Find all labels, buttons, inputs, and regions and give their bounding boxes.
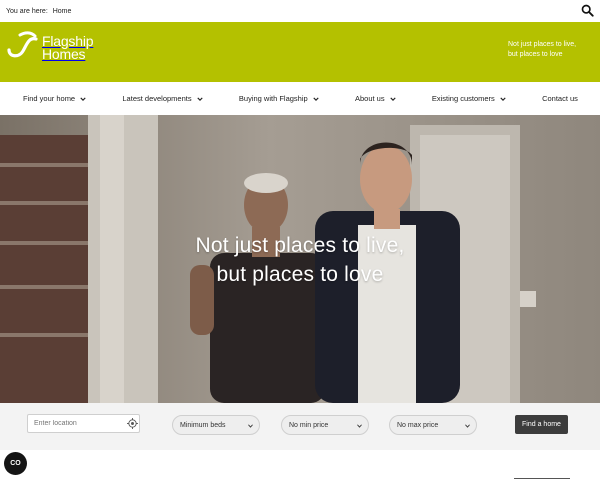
brand-header: Flagship Homes Not just places to live, … [0, 22, 600, 82]
chevron-down-icon [80, 96, 86, 101]
nav-latest-developments[interactable]: Latest developments [122, 94, 203, 103]
select-value: No min price [289, 421, 329, 429]
logo-word-homes: Homes [42, 46, 86, 62]
flagship-homes-logo[interactable]: Flagship Homes [6, 31, 106, 75]
hero-headline-line-1: Not just places to live, [195, 234, 405, 257]
tagline-line-1: Not just places to live, [508, 41, 577, 48]
header-tagline: Not just places to live, but places to l… [508, 40, 588, 60]
chevron-down-icon [357, 424, 362, 428]
nav-contact-us[interactable]: Contact us [542, 94, 578, 103]
flagship-swoosh-icon [7, 31, 38, 58]
hero-banner: Not just places to live, but places to l… [0, 115, 600, 403]
top-bar: You are here: Home [0, 0, 600, 22]
main-navigation: Find your home Latest developments Buyin… [0, 82, 600, 115]
hero-headline: Not just places to live, but places to l… [0, 231, 600, 289]
location-input[interactable] [27, 414, 140, 433]
nav-label: Find your home [23, 94, 76, 103]
minimum-beds-select[interactable]: Minimum beds [172, 415, 260, 435]
nav-label: Latest developments [122, 94, 192, 103]
nav-existing-customers[interactable]: Existing customers [432, 94, 506, 103]
search-icon[interactable] [581, 4, 594, 17]
chevron-down-icon [500, 96, 506, 101]
chevron-down-icon [248, 424, 253, 428]
locate-me-icon[interactable] [127, 418, 138, 429]
nav-label: Contact us [542, 94, 578, 103]
chevron-down-icon [196, 96, 203, 101]
select-value: No max price [397, 421, 439, 429]
nav-label: About us [354, 94, 385, 103]
tagline-line-2: but places to love [508, 51, 563, 58]
hero-headline-line-2: but places to love [216, 263, 384, 286]
breadcrumb: You are here: Home [6, 8, 71, 15]
find-a-home-button[interactable]: Find a home [515, 415, 568, 434]
breadcrumb-label: You are here: [6, 7, 48, 15]
nav-find-your-home[interactable]: Find your home [23, 94, 86, 103]
chevron-down-icon [389, 96, 396, 101]
select-value: Minimum beds [180, 421, 226, 429]
logo-wordmark: Flagship Homes [42, 34, 94, 62]
divider [514, 478, 570, 479]
nav-about-us[interactable]: About us [355, 94, 396, 103]
max-price-select[interactable]: No max price [389, 415, 477, 435]
min-price-select[interactable]: No min price [281, 415, 369, 435]
home-search-bar: Minimum beds No min price No max price F… [0, 403, 600, 450]
breadcrumb-home-link[interactable]: Home [53, 8, 72, 15]
nav-buying-with-flagship[interactable]: Buying with Flagship [239, 94, 319, 103]
nav-label: Existing customers [431, 94, 495, 103]
chevron-down-icon [465, 424, 470, 428]
chevron-down-icon [313, 96, 319, 101]
cookie-settings-button[interactable]: CO [4, 452, 27, 475]
nav-label: Buying with Flagship [238, 94, 308, 103]
